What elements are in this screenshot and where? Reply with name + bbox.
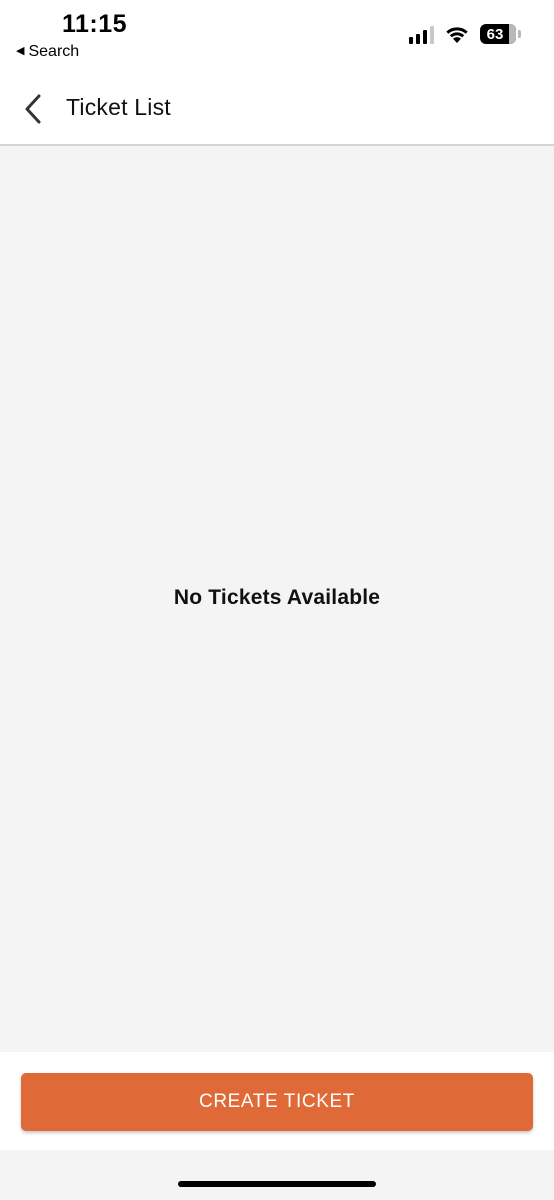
- home-indicator-area: [0, 1150, 554, 1200]
- bottom-action-bar: CREATE TICKET: [0, 1052, 554, 1150]
- empty-state-message: No Tickets Available: [173, 586, 381, 609]
- status-back-to-app[interactable]: ◀ Search: [16, 43, 79, 61]
- cellular-signal-icon: [409, 24, 434, 44]
- battery-level: 63: [486, 25, 504, 43]
- battery-icon: 63: [480, 24, 521, 44]
- status-time: 11:15: [62, 10, 128, 38]
- status-bar: 11:15 ◀ Search 63: [0, 0, 554, 72]
- app-header: Ticket List: [0, 72, 554, 146]
- triangle-left-icon: ◀: [16, 44, 25, 57]
- create-ticket-button[interactable]: CREATE TICKET: [21, 1073, 533, 1131]
- status-back-label: Search: [28, 43, 80, 60]
- wifi-icon: [446, 27, 468, 43]
- home-indicator[interactable]: [178, 1181, 376, 1187]
- status-icons: 63: [409, 24, 521, 44]
- page-title: Ticket List: [66, 94, 171, 120]
- chevron-left-icon: [25, 94, 41, 124]
- ticket-list-content: No Tickets Available: [0, 146, 554, 1052]
- back-button[interactable]: [16, 90, 50, 128]
